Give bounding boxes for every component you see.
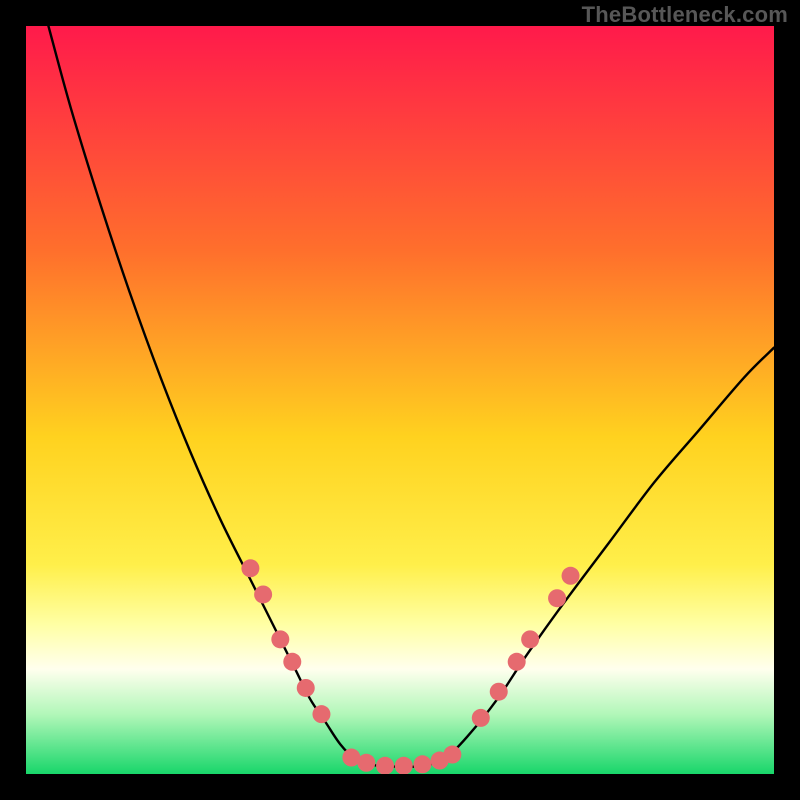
bottleneck-curve-chart: [26, 26, 774, 774]
data-marker: [472, 709, 490, 727]
watermark-label: TheBottleneck.com: [582, 2, 788, 28]
data-marker: [443, 746, 461, 764]
chart-frame: TheBottleneck.com: [0, 0, 800, 800]
data-marker: [490, 683, 508, 701]
data-marker: [271, 630, 289, 648]
data-marker: [376, 757, 394, 774]
chart-background: [26, 26, 774, 774]
data-marker: [357, 754, 375, 772]
data-marker: [297, 679, 315, 697]
data-marker: [241, 559, 259, 577]
data-marker: [254, 585, 272, 603]
data-marker: [312, 705, 330, 723]
data-marker: [413, 755, 431, 773]
data-marker: [283, 653, 301, 671]
data-marker: [562, 567, 580, 585]
data-marker: [508, 653, 526, 671]
data-marker: [395, 757, 413, 774]
data-marker: [548, 589, 566, 607]
data-marker: [521, 630, 539, 648]
